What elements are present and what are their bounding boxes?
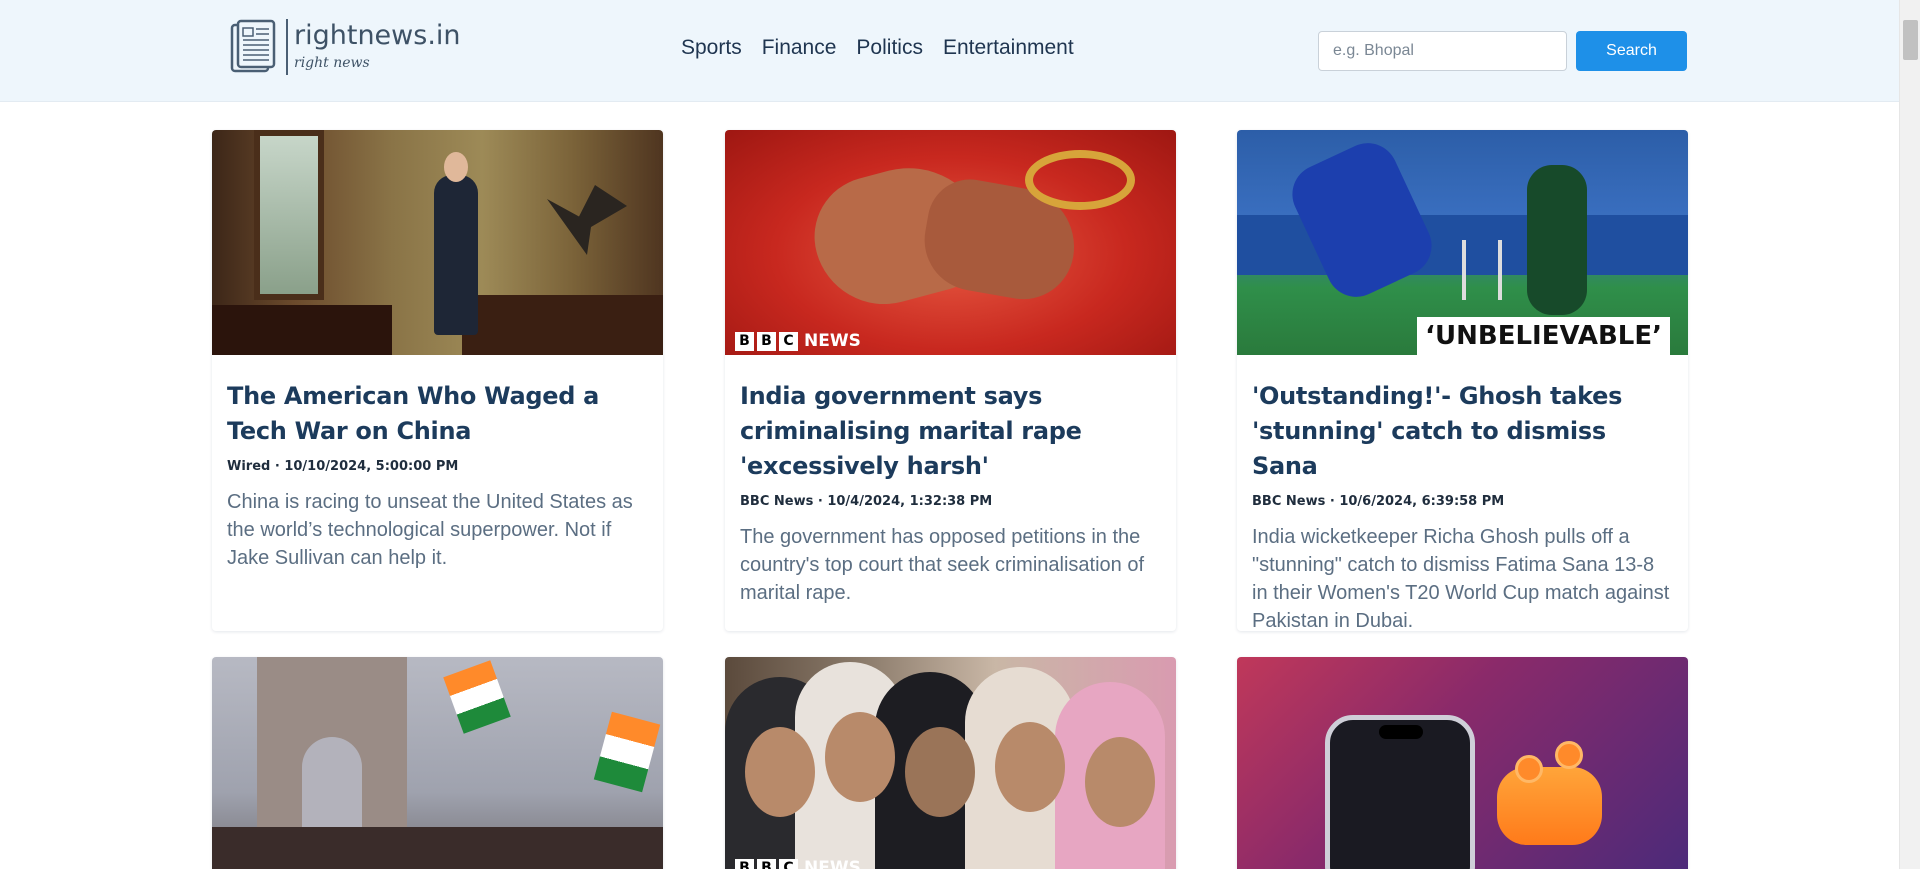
nav-sports[interactable]: Sports — [681, 36, 742, 60]
earbud-shape — [1515, 755, 1543, 783]
bbc-logo-box: B — [735, 331, 754, 351]
article-date: 10/4/2024, 1:32:38 PM — [827, 494, 993, 509]
person-shape — [434, 175, 478, 335]
card-body: 'Outstanding!'- Ghosh takes 'stunning' c… — [1237, 355, 1688, 631]
face-shape — [745, 727, 815, 817]
article-card[interactable] — [212, 657, 663, 869]
bbc-logo-box: C — [779, 858, 798, 869]
head-shape — [444, 152, 468, 182]
article-card[interactable]: B B C NEWS — [725, 657, 1176, 869]
bbc-news-logo: B B C NEWS — [735, 858, 861, 869]
article-card[interactable]: The American Who Waged a Tech War on Chi… — [212, 130, 663, 631]
bbc-logo-box: B — [735, 858, 754, 869]
logo-text: rightnews.in right news — [286, 19, 461, 75]
player-shape — [1282, 133, 1442, 307]
site-header: rightnews.in right news Sports Finance P… — [0, 0, 1899, 102]
nav-finance[interactable]: Finance — [762, 36, 837, 60]
article-description: India wicketkeeper Richa Ghosh pulls off… — [1252, 526, 1670, 631]
scrollbar-thumb[interactable] — [1903, 20, 1918, 60]
card-body: The American Who Waged a Tech War on Chi… — [212, 355, 663, 588]
eagle-statue-shape — [547, 185, 627, 255]
article-meta: BBC News · 10/4/2024, 1:32:38 PM — [740, 494, 993, 509]
bbc-logo-news: NEWS — [804, 331, 861, 351]
face-shape — [1085, 737, 1155, 827]
card-body: India government says criminalising mari… — [725, 355, 1176, 623]
stumps-shape — [1462, 240, 1502, 300]
article-source: BBC News — [1252, 494, 1326, 509]
article-source: BBC News — [740, 494, 814, 509]
page-scrollbar[interactable] — [1899, 0, 1920, 869]
article-source: Wired — [227, 459, 271, 474]
article-image[interactable] — [212, 130, 663, 355]
desk-shape — [462, 295, 663, 355]
window-shape — [254, 130, 324, 300]
flag-shape — [593, 711, 661, 793]
face-shape — [995, 722, 1065, 812]
bbc-logo-news: NEWS — [804, 858, 861, 869]
bbc-logo-box: C — [779, 331, 798, 351]
article-image[interactable] — [1237, 657, 1688, 869]
crowd-shape — [212, 827, 663, 869]
search-button[interactable]: Search — [1576, 31, 1687, 71]
site-logo[interactable]: rightnews.in right news — [230, 18, 461, 76]
article-card[interactable]: ‘UNBELIEVABLE’ 'Outstanding!'- Ghosh tak… — [1237, 130, 1688, 631]
earbuds-case-shape — [1497, 767, 1602, 845]
image-caption: ‘UNBELIEVABLE’ — [1417, 317, 1670, 355]
search-input[interactable] — [1318, 31, 1567, 71]
article-description: The government has opposed petitions in … — [740, 526, 1145, 604]
bbc-news-logo: B B C NEWS — [735, 331, 861, 351]
article-card[interactable] — [1237, 657, 1688, 869]
article-title[interactable]: 'Outstanding!'- Ghosh takes 'stunning' c… — [1252, 379, 1673, 484]
article-description: China is racing to unseat the United Sta… — [227, 491, 633, 569]
article-image[interactable]: ‘UNBELIEVABLE’ — [1237, 130, 1688, 355]
article-card[interactable]: B B C NEWS India government says crimina… — [725, 130, 1176, 631]
logo-subtitle: right news — [294, 55, 370, 71]
nav-politics[interactable]: Politics — [856, 36, 923, 60]
article-image[interactable]: B B C NEWS — [725, 657, 1176, 869]
chair-shape — [212, 305, 392, 355]
earbud-shape — [1555, 741, 1583, 769]
article-date: 10/6/2024, 6:39:58 PM — [1339, 494, 1505, 509]
flag-shape — [443, 660, 511, 734]
article-title[interactable]: The American Who Waged a Tech War on Chi… — [227, 379, 648, 449]
main-nav: Sports Finance Politics Entertainment — [681, 36, 1074, 60]
article-meta: Wired · 10/10/2024, 5:00:00 PM — [227, 459, 459, 474]
nav-entertainment[interactable]: Entertainment — [943, 36, 1074, 60]
article-image[interactable]: B B C NEWS — [725, 130, 1176, 355]
article-meta: BBC News · 10/6/2024, 6:39:58 PM — [1252, 494, 1505, 509]
article-date: 10/10/2024, 5:00:00 PM — [284, 459, 459, 474]
bangle-shape — [1025, 150, 1135, 210]
player-shape — [1527, 165, 1587, 315]
article-image[interactable] — [212, 657, 663, 869]
bbc-logo-box: B — [757, 331, 776, 351]
logo-title: rightnews.in — [294, 20, 461, 51]
article-title[interactable]: India government says criminalising mari… — [740, 379, 1161, 484]
phone-island-shape — [1379, 725, 1423, 739]
newspaper-icon — [230, 19, 278, 75]
bbc-logo-box: B — [757, 858, 776, 869]
face-shape — [905, 727, 975, 817]
face-shape — [825, 712, 895, 802]
